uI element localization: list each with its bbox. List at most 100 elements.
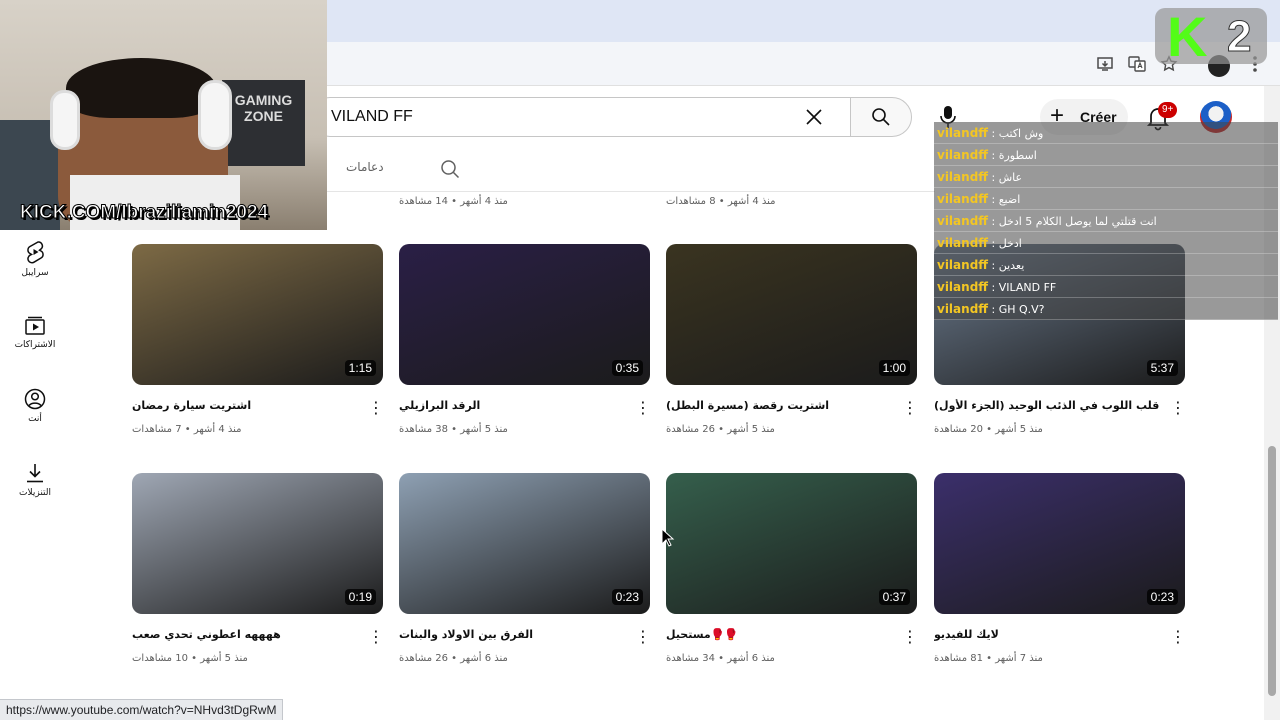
chat-message: vilandff : اسطورة bbox=[934, 144, 1278, 166]
kick-logo: K 2 bbox=[1155, 8, 1267, 66]
mouse-cursor-icon bbox=[661, 528, 675, 547]
chat-username: vilandff bbox=[937, 170, 988, 184]
chat-text: انت قتلتي لما يوصل الكلام 5 ادخل bbox=[998, 215, 1157, 228]
video-card[interactable]: 1:00 اشتريت رقصة (مسيرة البطل) منذ 5 أشه… bbox=[666, 244, 918, 444]
chat-text: GH Q.V? bbox=[998, 303, 1045, 316]
chat-username: vilandff bbox=[937, 236, 988, 250]
video-title[interactable]: لايك للفيديو bbox=[934, 628, 1162, 641]
video-title[interactable]: اشتريت رقصة (مسيرة البطل) bbox=[666, 399, 894, 412]
video-meta: منذ 5 أشهر • 26 مشاهدة bbox=[666, 424, 775, 435]
video-thumbnail[interactable]: 1:00 bbox=[666, 244, 917, 385]
video-card[interactable]: 0:19 ههههه اعطوني تحدي صعب منذ 5 أشهر • … bbox=[132, 473, 384, 673]
more-actions-icon[interactable]: ⋮ bbox=[1170, 400, 1186, 420]
video-duration: 0:35 bbox=[611, 360, 643, 376]
video-meta: منذ 5 أشهر • 38 مشاهدة bbox=[399, 424, 508, 435]
video-meta: منذ 5 أشهر • 10 مشاهدات bbox=[132, 653, 248, 664]
sidebar-item-label: سرايبل bbox=[21, 268, 49, 278]
page-scrollbar-thumb[interactable] bbox=[1268, 446, 1276, 696]
more-actions-icon[interactable]: ⋮ bbox=[635, 629, 651, 649]
chat-text: عاش bbox=[998, 171, 1023, 184]
sidebar-item-label: التنزيلات bbox=[19, 488, 51, 498]
clear-search-icon[interactable] bbox=[803, 106, 825, 128]
video-duration: 0:37 bbox=[878, 589, 910, 605]
kick-logo-number: 2 bbox=[1226, 12, 1252, 62]
video-duration: 0:19 bbox=[344, 589, 376, 605]
search-input[interactable] bbox=[331, 98, 801, 136]
chat-username: vilandff bbox=[937, 214, 988, 228]
sidebar-item-subscriptions[interactable]: الاشتراكات bbox=[0, 314, 70, 350]
notifications-badge: 9+ bbox=[1158, 102, 1178, 118]
status-bar-url: https://www.youtube.com/watch?v=NHvd3tDg… bbox=[0, 699, 284, 720]
chat-message: vilandff : اضبع bbox=[934, 188, 1278, 210]
chat-text: ادخل bbox=[998, 237, 1022, 250]
chat-text: يعدين bbox=[998, 259, 1025, 272]
video-title[interactable]: قلب اللوب في الذئب الوحيد (الجزء الأول) bbox=[934, 399, 1162, 412]
sidebar-item-you[interactable]: أنت bbox=[0, 388, 70, 424]
sidebar-item-label: أنت bbox=[28, 414, 42, 424]
search-button[interactable] bbox=[850, 97, 912, 137]
video-title[interactable]: اشتريت سيارة رمضان bbox=[132, 399, 360, 412]
video-meta: منذ 4 أشهر • 8 مشاهدات bbox=[666, 196, 776, 207]
video-thumbnail[interactable]: 0:35 bbox=[399, 244, 650, 385]
video-thumbnail[interactable]: 0:23 bbox=[934, 473, 1185, 614]
search-icon bbox=[872, 108, 890, 126]
video-meta: منذ 4 أشهر • 7 مشاهدات bbox=[132, 424, 242, 435]
translate-icon[interactable] bbox=[1126, 55, 1148, 77]
chat-text: وش اكتب bbox=[998, 127, 1044, 140]
chat-text: اسطورة bbox=[998, 149, 1037, 162]
chat-message: vilandff : وش اكتب bbox=[934, 122, 1278, 144]
chat-username: vilandff bbox=[937, 148, 988, 162]
kick-channel-banner: KICK.COM/Ibraziliamin2024 bbox=[19, 199, 269, 227]
more-actions-icon[interactable]: ⋮ bbox=[902, 400, 918, 420]
video-title[interactable]: 🥊🥊مستحيل bbox=[666, 628, 894, 641]
chat-message: vilandff : عاش bbox=[934, 166, 1278, 188]
more-actions-icon[interactable]: ⋮ bbox=[902, 629, 918, 649]
more-actions-icon[interactable]: ⋮ bbox=[635, 400, 651, 420]
chat-separator: : bbox=[988, 149, 999, 162]
video-thumbnail[interactable]: 0:37 bbox=[666, 473, 917, 614]
video-title[interactable]: ههههه اعطوني تحدي صعب bbox=[132, 628, 360, 641]
video-card[interactable]: 0:37 🥊🥊مستحيل منذ 6 أشهر • 34 مشاهدة ⋮ bbox=[666, 473, 918, 673]
chat-text: اضبع bbox=[998, 193, 1021, 206]
video-card[interactable]: 0:35 الرقد البرازيلي منذ 5 أشهر • 38 مشا… bbox=[399, 244, 651, 444]
video-card[interactable]: 1:15 اشتريت سيارة رمضان منذ 4 أشهر • 7 م… bbox=[132, 244, 384, 444]
search-box bbox=[310, 97, 850, 137]
chat-username: vilandff bbox=[937, 280, 988, 294]
webcam-overlay: GAMING ZONE bbox=[0, 0, 327, 230]
channel-search-icon[interactable] bbox=[440, 159, 460, 179]
video-thumbnail[interactable]: 0:19 bbox=[132, 473, 383, 614]
more-actions-icon[interactable]: ⋮ bbox=[368, 400, 384, 420]
more-actions-icon[interactable]: ⋮ bbox=[1170, 629, 1186, 649]
video-card[interactable]: 0:23 الفرق بين الاولاد والبنات منذ 6 أشه… bbox=[399, 473, 651, 673]
chat-separator: : bbox=[988, 281, 999, 294]
video-duration: 0:23 bbox=[1146, 589, 1178, 605]
video-title[interactable]: الفرق بين الاولاد والبنات bbox=[399, 628, 627, 641]
chat-username: vilandff bbox=[937, 302, 988, 316]
video-meta: منذ 6 أشهر • 26 مشاهدة bbox=[399, 653, 508, 664]
video-duration: 1:15 bbox=[344, 360, 376, 376]
gaming-zone-poster: GAMING ZONE bbox=[222, 80, 305, 166]
video-thumbnail[interactable]: 0:23 bbox=[399, 473, 650, 614]
chat-separator: : bbox=[988, 237, 999, 250]
channel-tab[interactable]: دعامات bbox=[346, 160, 384, 174]
install-app-icon[interactable] bbox=[1094, 55, 1116, 77]
more-actions-icon[interactable]: ⋮ bbox=[368, 629, 384, 649]
chat-message: vilandff : GH Q.V? bbox=[934, 298, 1278, 320]
shorts-icon bbox=[27, 241, 44, 264]
chat-message: vilandff : ادخل bbox=[934, 232, 1278, 254]
video-meta: منذ 5 أشهر • 20 مشاهدة bbox=[934, 424, 1043, 435]
chat-username: vilandff bbox=[937, 192, 988, 206]
sidebar-item-downloads[interactable]: التنزيلات bbox=[0, 462, 70, 498]
video-card[interactable]: 0:23 لايك للفيديو منذ 7 أشهر • 81 مشاهدة… bbox=[934, 473, 1186, 673]
video-duration: 0:23 bbox=[611, 589, 643, 605]
video-meta: منذ 7 أشهر • 81 مشاهدة bbox=[934, 653, 1043, 664]
stream-chat-overlay: vilandff : وش اكتب vilandff : اسطورة vil… bbox=[934, 122, 1278, 320]
sidebar-item-label: الاشتراكات bbox=[14, 340, 56, 350]
video-title[interactable]: الرقد البرازيلي bbox=[399, 399, 627, 412]
sidebar-item-shorts[interactable]: سرايبل bbox=[0, 240, 70, 278]
kick-channel-url: KICK.COM/Ibraziliamin2024 bbox=[19, 202, 269, 224]
chat-username: vilandff bbox=[937, 126, 988, 140]
video-thumbnail[interactable]: 1:15 bbox=[132, 244, 383, 385]
screen: + Créer 9+ دعامات سرايبل الاشتراكات أنت … bbox=[0, 0, 1280, 720]
chat-separator: : bbox=[988, 171, 999, 184]
